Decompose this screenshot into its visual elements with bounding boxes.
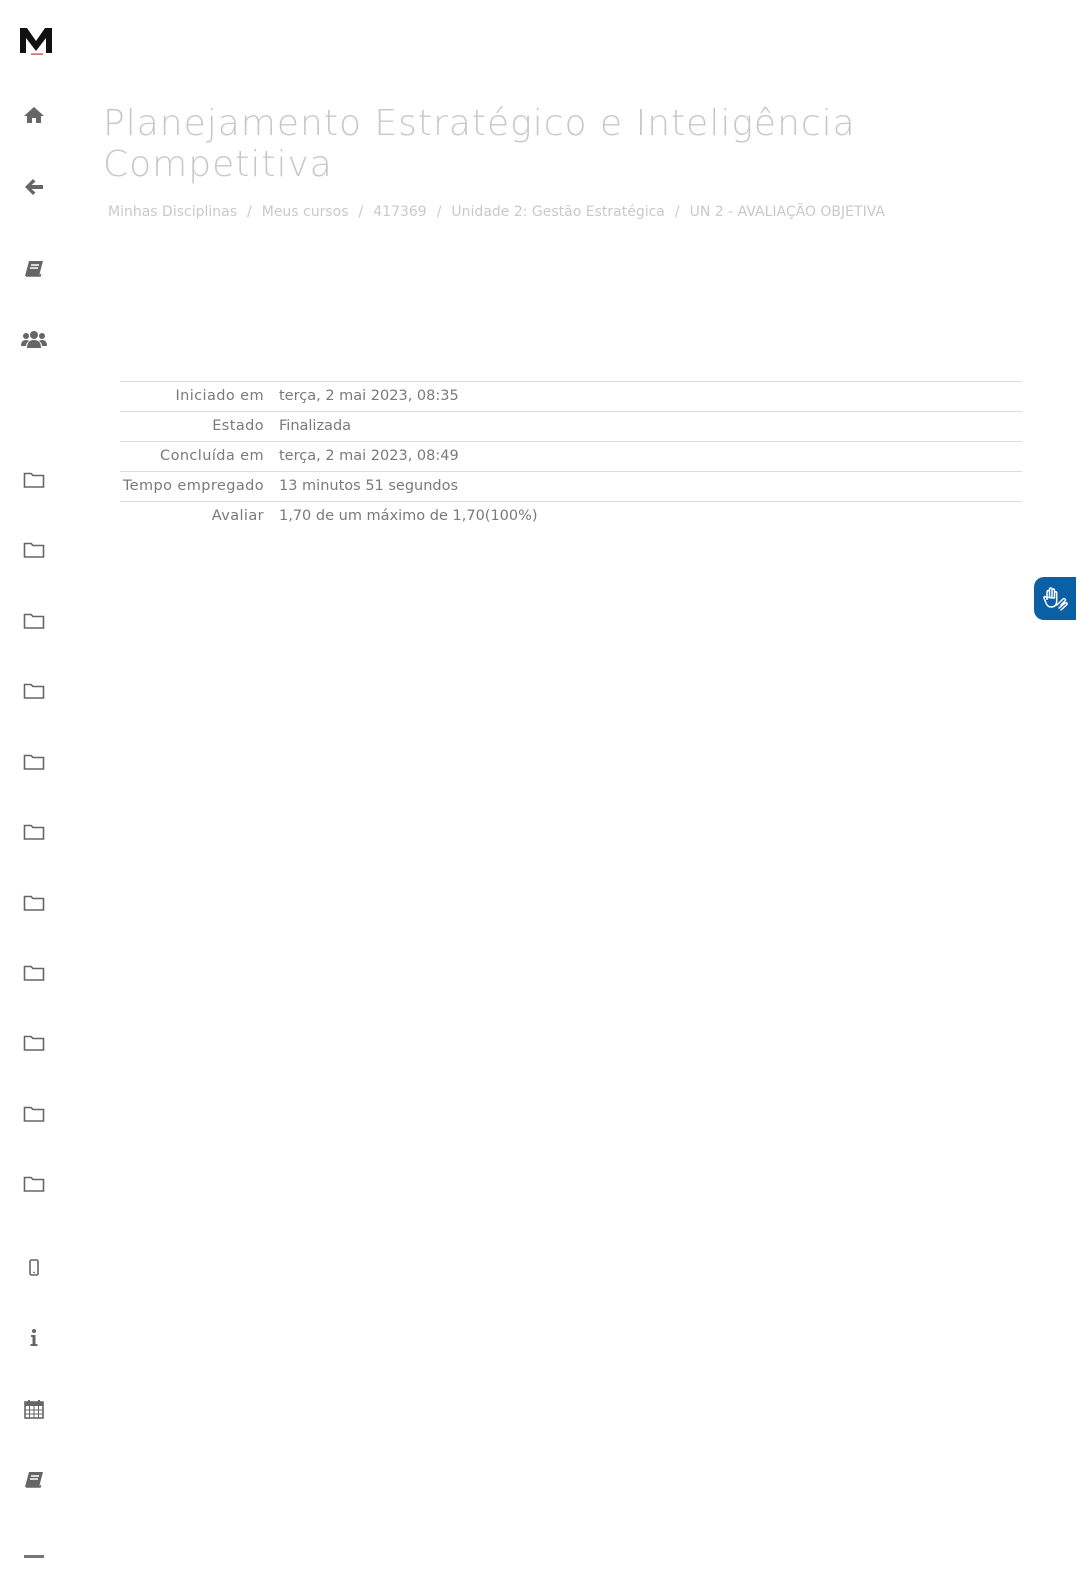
- table-row: Iniciado em terça, 2 mai 2023, 08:35: [120, 381, 1022, 412]
- page-title: Planejamento Estratégico e Inteligência …: [103, 103, 856, 185]
- folder-icon[interactable]: [20, 536, 48, 564]
- attempt-summary-table: Iniciado em terça, 2 mai 2023, 08:35 Est…: [120, 381, 1022, 531]
- breadcrumb-separator: /: [436, 204, 442, 220]
- breadcrumb-item[interactable]: Meus cursos: [262, 204, 349, 220]
- table-row: Avaliar 1,70 de um máximo de 1,70(100%): [120, 501, 1022, 531]
- sign-language-button[interactable]: [1034, 577, 1076, 620]
- summary-label: Tempo empregado: [120, 471, 279, 502]
- users-icon[interactable]: [20, 325, 48, 353]
- folder-icon[interactable]: [20, 1170, 48, 1198]
- summary-label: Estado: [120, 411, 279, 442]
- breadcrumb: Minhas Disciplinas / Meus cursos / 417369 / Un…: [108, 204, 885, 220]
- folder-icon[interactable]: [20, 818, 48, 846]
- summary-label: Iniciado em: [120, 381, 279, 412]
- folder-icon[interactable]: [20, 748, 48, 776]
- sidebar-bottom-bar: [24, 1555, 44, 1558]
- breadcrumb-item[interactable]: UN 2 - AVALIAÇÃO OBJETIVA: [690, 204, 885, 220]
- summary-value: Finalizada: [279, 411, 1022, 442]
- table-row: Concluída em terça, 2 mai 2023, 08:49: [120, 441, 1022, 472]
- breadcrumb-separator: /: [674, 204, 680, 220]
- summary-value: terça, 2 mai 2023, 08:49: [279, 441, 1022, 472]
- logo[interactable]: [19, 25, 53, 55]
- summary-value: terça, 2 mai 2023, 08:35: [279, 381, 1022, 412]
- folder-icon[interactable]: [20, 1029, 48, 1057]
- info-icon[interactable]: [20, 1324, 48, 1352]
- sign-language-icon: [1043, 586, 1068, 611]
- folder-icon[interactable]: [20, 889, 48, 917]
- breadcrumb-item[interactable]: Unidade 2: Gestão Estratégica: [451, 204, 664, 220]
- mobile-icon[interactable]: [20, 1254, 48, 1282]
- summary-value: 1,70 de um máximo de 1,70(100%): [279, 501, 1022, 531]
- folder-icon[interactable]: [20, 959, 48, 987]
- breadcrumb-separator: /: [247, 204, 252, 220]
- table-row: Estado Finalizada: [120, 411, 1022, 442]
- logo-mark: [20, 28, 52, 55]
- summary-value: 13 minutos 51 segundos: [279, 471, 1022, 502]
- folder-icon[interactable]: [20, 466, 48, 494]
- breadcrumb-separator: /: [358, 204, 364, 220]
- breadcrumb-item[interactable]: Minhas Disciplinas: [108, 204, 237, 220]
- folder-icon[interactable]: [20, 1100, 48, 1128]
- summary-label: Concluída em: [120, 441, 279, 472]
- table-row: Tempo empregado 13 minutos 51 segundos: [120, 471, 1022, 502]
- summary-label: Avaliar: [120, 501, 279, 531]
- breadcrumb-item[interactable]: 417369: [373, 204, 426, 220]
- folder-icon[interactable]: [20, 607, 48, 635]
- back-arrow-icon[interactable]: [20, 173, 48, 201]
- book-icon[interactable]: [20, 255, 48, 283]
- home-icon[interactable]: [20, 101, 48, 129]
- calendar-icon[interactable]: [20, 1395, 48, 1423]
- book-icon[interactable]: [20, 1466, 48, 1494]
- folder-icon[interactable]: [20, 677, 48, 705]
